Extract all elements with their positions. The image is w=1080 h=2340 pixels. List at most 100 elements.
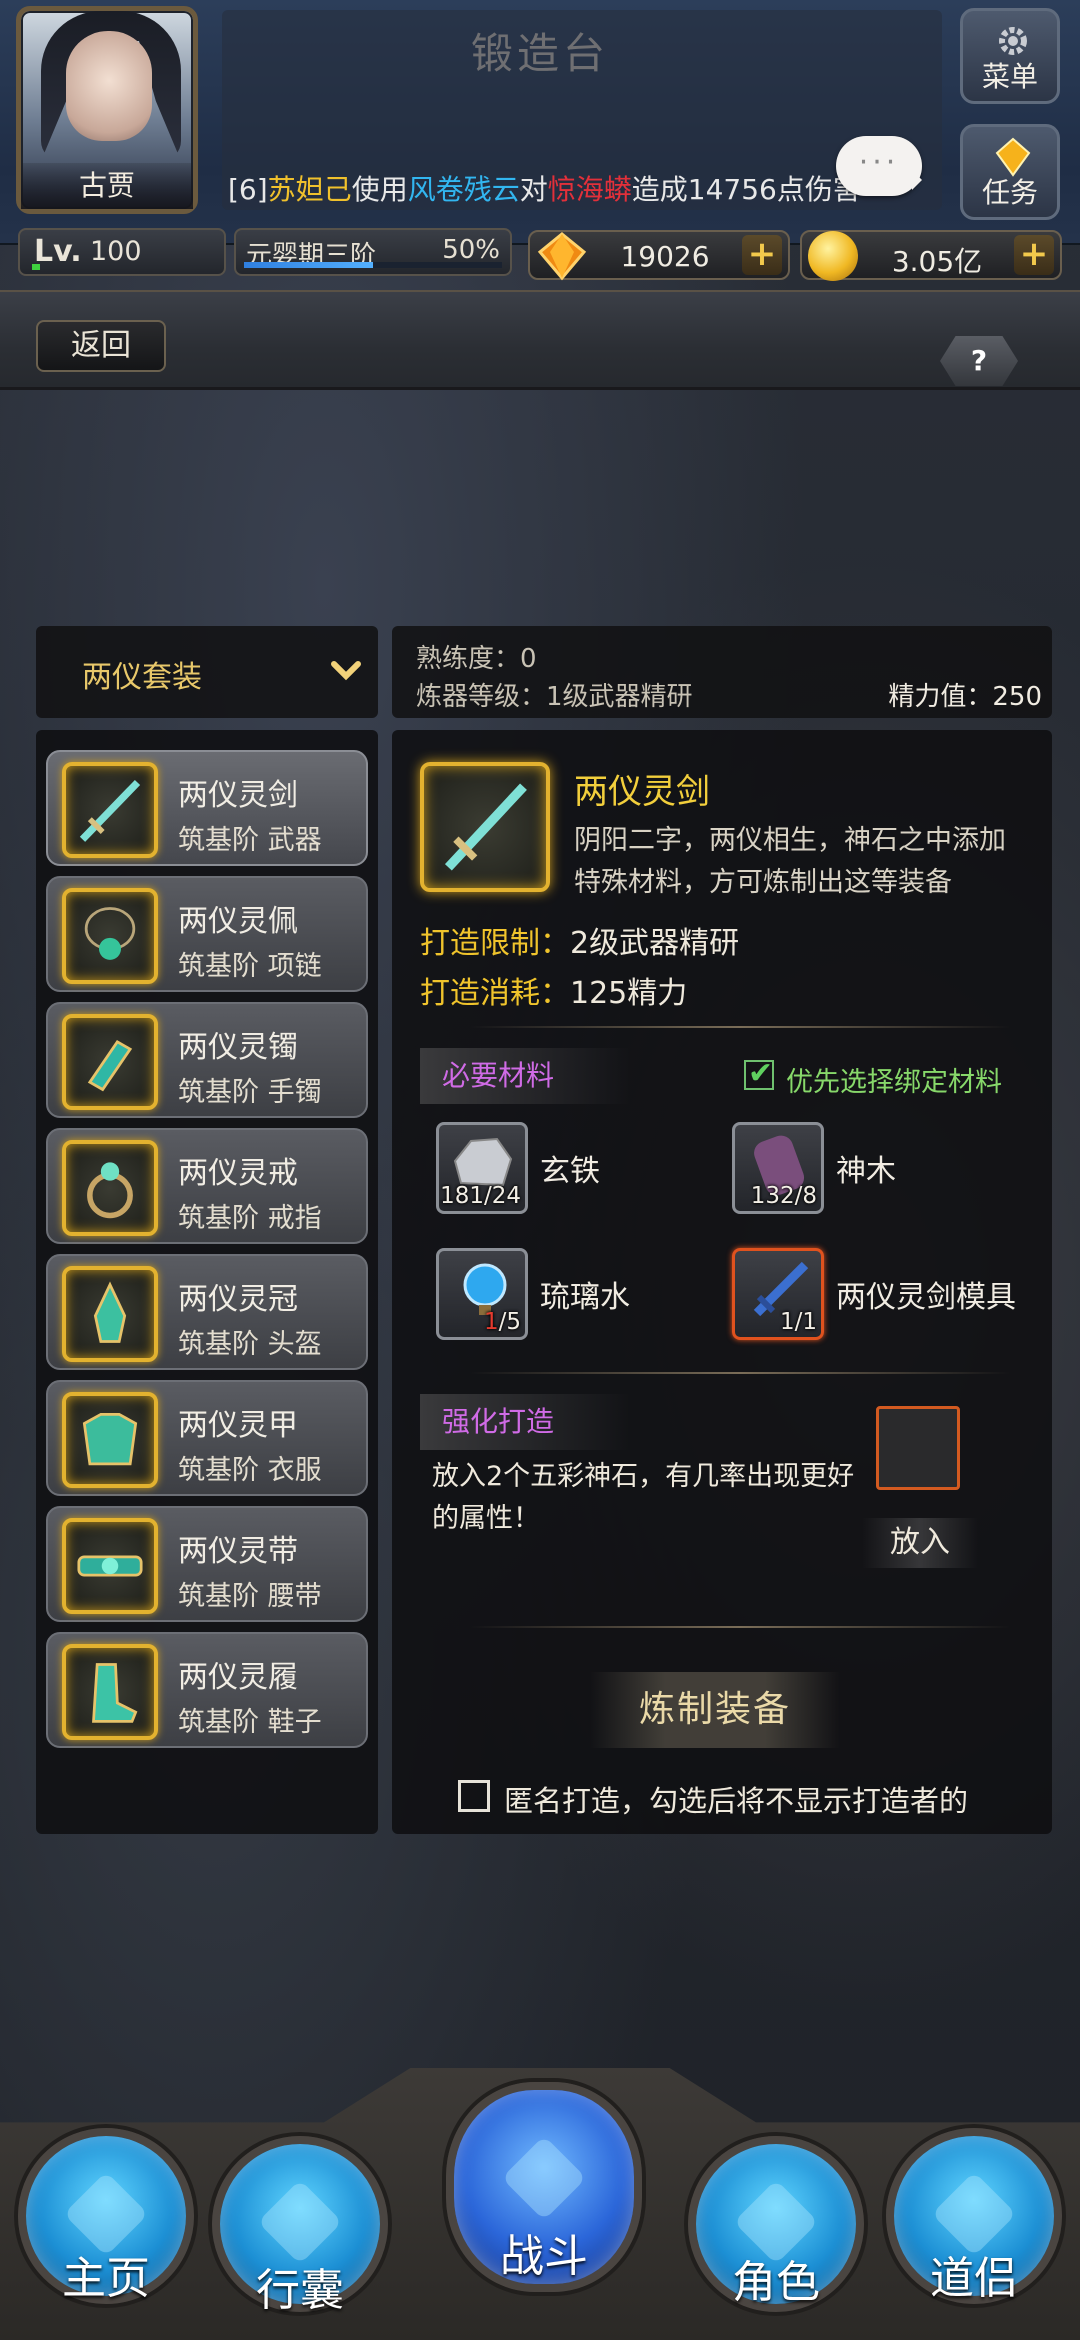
- nav-home[interactable]: 主页: [18, 2128, 194, 2304]
- set-dropdown-label: 两仪套装: [82, 660, 202, 695]
- gold-amount: 3.05亿: [891, 245, 983, 278]
- item-name: 两仪灵冠: [178, 1282, 298, 1317]
- craft-equipment-button[interactable]: 炼制装备: [590, 1672, 840, 1748]
- list-item[interactable]: 两仪灵佩 筑基阶 项链: [46, 876, 368, 992]
- level-label: Lv.: [34, 234, 82, 269]
- level-bar: Lv. 100: [18, 228, 226, 276]
- prefer-bound-label: 优先选择绑定材料: [786, 1067, 1002, 1098]
- menu-button[interactable]: 菜单: [960, 8, 1060, 104]
- list-item[interactable]: 两仪灵剑 筑基阶 武器: [46, 750, 368, 866]
- list-item[interactable]: 两仪灵冠 筑基阶 头盔: [46, 1254, 368, 1370]
- item-name: 两仪灵戒: [178, 1156, 298, 1191]
- item-name: 两仪灵剑: [178, 778, 298, 813]
- item-subtitle: 筑基阶 鞋子: [178, 1707, 322, 1738]
- gem-amount: 19026: [620, 240, 710, 273]
- nav-home-label: 主页: [62, 2253, 150, 2304]
- help-button[interactable]: ?: [940, 336, 1018, 386]
- list-item[interactable]: 两仪灵带 筑基阶 腰带: [46, 1506, 368, 1622]
- gem-currency: 19026 +: [528, 230, 790, 281]
- bag-icon: [257, 2179, 343, 2265]
- item-name: 两仪灵佩: [178, 904, 298, 939]
- item-subtitle: 筑基阶 项链: [178, 951, 322, 982]
- put-in-button[interactable]: 放入: [862, 1518, 978, 1568]
- five-color-stone-slot[interactable]: [876, 1406, 960, 1490]
- task-button[interactable]: 任务: [960, 124, 1060, 220]
- gold-coin-icon: [808, 231, 858, 281]
- energy-value: 精力值：250: [888, 682, 1042, 712]
- anonymous-label: 匿名打造，勾选后将不显示打造者的: [504, 1784, 969, 1818]
- level-value: 100: [90, 236, 142, 267]
- add-gems-button[interactable]: +: [742, 235, 782, 275]
- nav-bag[interactable]: 行囊: [212, 2136, 388, 2316]
- item-subtitle: 筑基阶 手镯: [178, 1077, 322, 1108]
- item-name: 两仪灵履: [178, 1660, 298, 1695]
- forge-limit-row: 打造限制：2级武器精研: [420, 918, 739, 962]
- material-slot[interactable]: 1/1: [732, 1248, 824, 1340]
- realm-fill: [244, 262, 373, 268]
- set-dropdown[interactable]: 两仪套装: [36, 626, 378, 718]
- list-item[interactable]: 两仪灵镯 筑基阶 手镯: [46, 1002, 368, 1118]
- realm-progress: 元婴期三阶 50%: [234, 228, 512, 276]
- crown-icon: [62, 1266, 158, 1362]
- avatar-portrait: [66, 31, 152, 141]
- item-subtitle: 筑基阶 头盔: [178, 1329, 322, 1360]
- list-item[interactable]: 两仪灵戒 筑基阶 戒指: [46, 1128, 368, 1244]
- menu-label: 菜单: [981, 60, 1038, 93]
- realm-percent: 50%: [442, 235, 500, 265]
- forge-limit-value: 2级武器精研: [570, 926, 740, 961]
- divider: [470, 1372, 1010, 1374]
- chat-bubble-button[interactable]: ···: [836, 136, 922, 196]
- material-count: 181/24: [440, 1183, 521, 1209]
- checkbox: ✔: [744, 1056, 774, 1091]
- nav-bag-label: 行囊: [256, 2265, 344, 2316]
- forge-cost-value: 125精力: [570, 976, 688, 1011]
- exp-indicator: [32, 264, 40, 270]
- divider: [470, 1626, 1010, 1628]
- item-subtitle: 筑基阶 衣服: [178, 1455, 322, 1486]
- gem-icon: [537, 232, 587, 281]
- item-title: 两仪灵剑: [574, 772, 710, 812]
- forge-cost-row: 打造消耗：125精力: [420, 968, 687, 1012]
- selected-item-sword-icon: [420, 762, 550, 892]
- ring-icon: [62, 1140, 158, 1236]
- item-subtitle: 筑基阶 腰带: [178, 1581, 322, 1612]
- item-name: 两仪灵镯: [178, 1030, 298, 1065]
- sword-icon: [62, 762, 158, 858]
- material-count: 1/5: [483, 1309, 521, 1335]
- proficiency-text: 熟练度：0: [416, 644, 537, 674]
- material-name: 两仪灵剑模具: [836, 1280, 1016, 1315]
- player-name: 古贾: [21, 163, 193, 209]
- refiner-level-text: 炼器等级：1级武器精研: [416, 682, 693, 712]
- required-materials-title: 必要材料: [420, 1048, 630, 1104]
- nav-battle[interactable]: 战斗: [446, 2082, 642, 2292]
- prefer-bound-checkbox[interactable]: ✔ 优先选择绑定材料: [744, 1058, 1044, 1098]
- list-item[interactable]: 两仪灵履 筑基阶 鞋子: [46, 1632, 368, 1748]
- checkmark-icon: ✔: [748, 1056, 774, 1091]
- swords-icon: [501, 2135, 587, 2221]
- forge-limit-label: 打造限制：: [420, 926, 570, 961]
- nav-battle-label: 战斗: [500, 2231, 588, 2282]
- task-label: 任务: [981, 176, 1038, 209]
- anonymous-checkbox[interactable]: [458, 1780, 490, 1812]
- add-gold-button[interactable]: +: [1014, 235, 1054, 275]
- material-slot[interactable]: 181/24: [436, 1122, 528, 1214]
- player-avatar[interactable]: 古贾: [16, 6, 198, 214]
- list-item[interactable]: 两仪灵甲 筑基阶 衣服: [46, 1380, 368, 1496]
- material-slot[interactable]: 132/8: [732, 1122, 824, 1214]
- enhance-description: 放入2个五彩神石，有几率出现更好的属性！: [432, 1461, 855, 1534]
- material-slot[interactable]: 1/5: [436, 1248, 528, 1340]
- chat-bubble-icon: ···: [858, 145, 900, 180]
- material-name: 琉璃水: [540, 1280, 630, 1315]
- refiner-info-bar: 熟练度：0 炼器等级：1级武器精研 精力值：250: [392, 626, 1052, 718]
- item-subtitle: 筑基阶 武器: [178, 825, 322, 856]
- back-button[interactable]: 返回: [36, 320, 166, 372]
- nav-companion-label: 道侣: [930, 2253, 1018, 2304]
- material-name: 神木: [836, 1154, 896, 1189]
- item-subtitle: 筑基阶 戒指: [178, 1203, 322, 1234]
- item-description: 阴阳二字，两仪相生，神石之中添加特殊材料，方可炼制出这等装备: [574, 825, 1006, 898]
- belt-icon: [62, 1518, 158, 1614]
- nav-character[interactable]: 角色: [688, 2136, 864, 2312]
- divider: [470, 1026, 1010, 1028]
- nav-companion[interactable]: 道侣: [886, 2128, 1062, 2304]
- enhance-forge-title: 强化打造: [420, 1394, 630, 1450]
